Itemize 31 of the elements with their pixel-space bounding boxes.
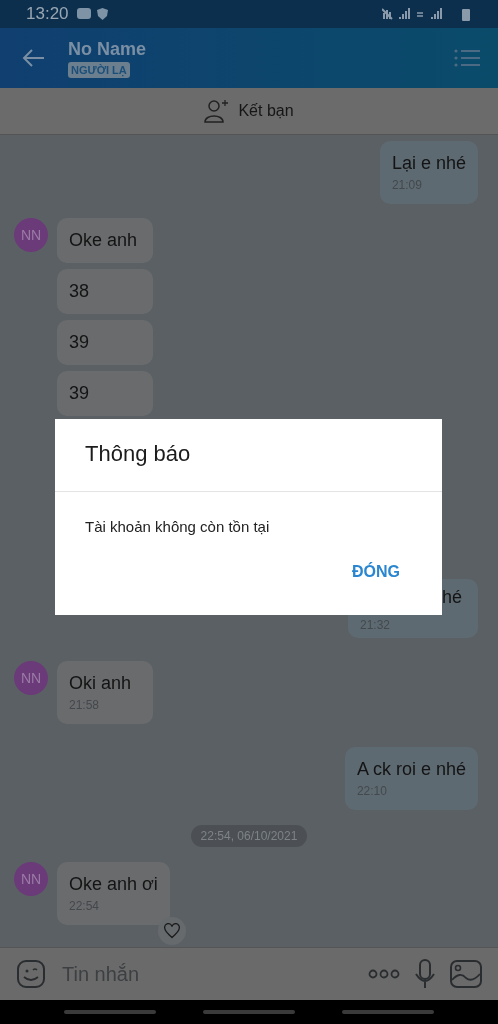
message-text: A ck roi e nhé	[356, 759, 466, 780]
dialog-message: Tài khoản không còn tồn tại	[84, 517, 271, 535]
stranger-badge: NGƯỜI LẠ	[68, 61, 130, 78]
message-text: Oke anh ơi	[69, 874, 158, 895]
nav-handle[interactable]	[342, 1010, 435, 1014]
message-text: Oki anh	[69, 673, 133, 694]
message-text: Oke anh	[69, 230, 139, 251]
add-person-icon	[204, 99, 231, 123]
more-icon[interactable]	[368, 969, 400, 979]
sticker-icon[interactable]	[16, 959, 46, 989]
contact-name: No Name	[68, 38, 147, 60]
close-button[interactable]: ĐÓNG	[352, 563, 400, 581]
avatar[interactable]: NN	[14, 661, 48, 695]
message-text: 39	[69, 383, 91, 404]
message-text: Lại e nhé	[391, 153, 466, 174]
message-text: hé	[441, 587, 462, 608]
menu-icon[interactable]	[454, 48, 480, 68]
status-time: 13:20	[26, 4, 69, 24]
microphone-icon[interactable]	[414, 959, 436, 989]
back-icon[interactable]	[22, 48, 46, 68]
avatar[interactable]: NN	[14, 862, 48, 896]
shield-icon	[96, 8, 108, 20]
dialog-title: Thông báo	[84, 440, 192, 468]
avatar[interactable]: NN	[14, 218, 48, 252]
message-text: 39	[69, 332, 91, 353]
image-icon[interactable]	[450, 960, 482, 988]
chat-app-icon	[76, 8, 91, 20]
message-text: 38	[69, 281, 91, 302]
nav-handle[interactable]	[63, 1010, 156, 1014]
nav-handle[interactable]	[203, 1010, 295, 1014]
add-friend-button[interactable]: Kết bạn	[0, 88, 498, 135]
